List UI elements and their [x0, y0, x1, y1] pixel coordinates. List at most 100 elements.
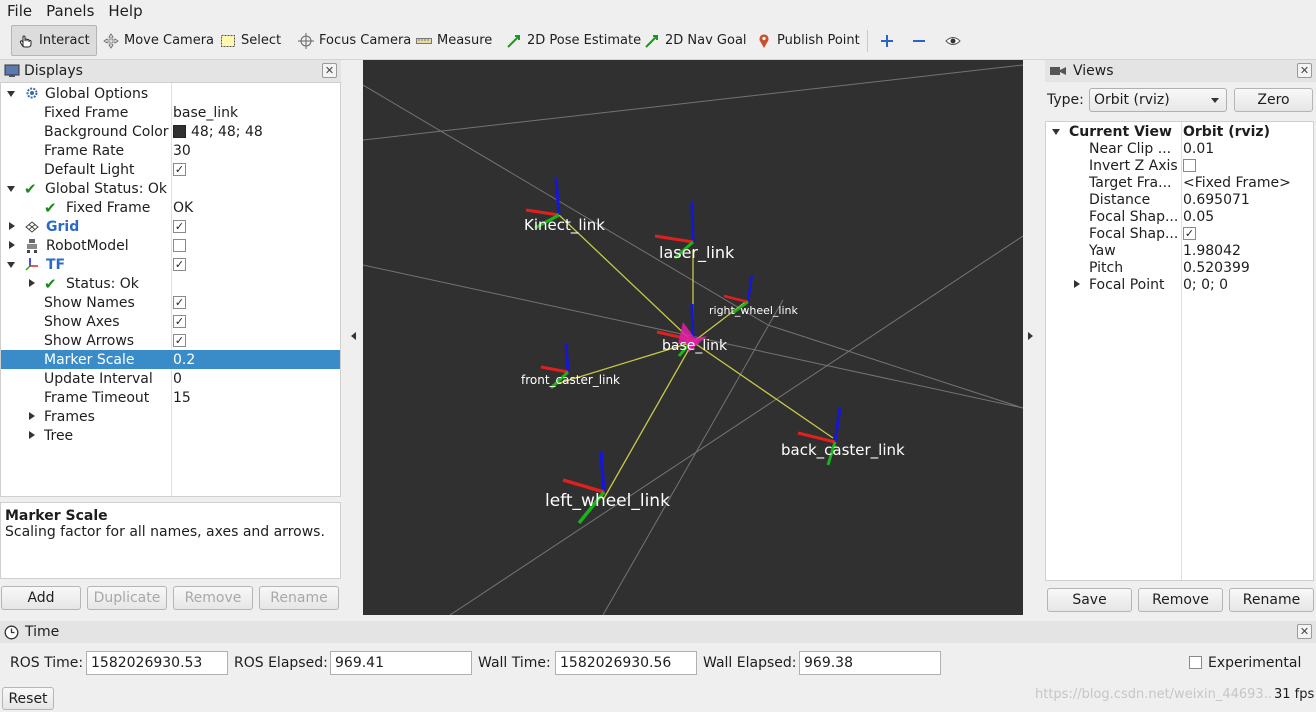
expand-arrow-icon[interactable] [29, 279, 35, 287]
default-light-checkbox[interactable]: ✓ [173, 160, 186, 179]
remove-view-button[interactable]: Remove [1138, 588, 1223, 612]
tf-label-base: base_link [662, 338, 728, 354]
monitor-icon [4, 63, 20, 79]
menu-file[interactable]: File [0, 1, 39, 21]
grid-checkbox[interactable]: ✓ [173, 217, 186, 236]
panel-visibility-button[interactable] [940, 25, 970, 56]
tree-row-robot-model[interactable]: RobotModel [1, 236, 340, 255]
tree-row-show-arrows[interactable]: Show Arrows ✓ [1, 331, 340, 350]
tree-row-global-options[interactable]: Global Options [1, 84, 340, 103]
target-frame-value[interactable]: <Fixed Frame> [1183, 175, 1291, 191]
invert-z-checkbox[interactable] [1183, 159, 1196, 172]
close-icon[interactable]: ✕ [1297, 63, 1312, 78]
rename-display-button[interactable]: Rename [259, 586, 339, 610]
frame-rate-value[interactable]: 30 [173, 141, 191, 160]
save-view-button[interactable]: Save [1047, 588, 1132, 612]
tree-row-global-status[interactable]: ✔ Global Status: Ok [1, 179, 340, 198]
tree-row-frame-rate[interactable]: Frame Rate 30 [1, 141, 340, 160]
robot-model-checkbox[interactable] [173, 236, 186, 255]
marker-scale-value[interactable]: 0.2 [173, 350, 195, 369]
experimental-checkbox[interactable] [1189, 656, 1202, 669]
remove-tool-button[interactable] [906, 25, 936, 56]
ros-elapsed-field[interactable]: 969.41 [330, 651, 472, 675]
show-arrows-checkbox[interactable]: ✓ [173, 331, 186, 350]
focal-shape-checkbox[interactable]: ✓ [1183, 227, 1196, 240]
tree-row-update-interval[interactable]: Update Interval 0 [1, 369, 340, 388]
remove-display-button[interactable]: Remove [173, 586, 253, 610]
tree-label: Target Fra... [1089, 174, 1172, 191]
menu-help[interactable]: Help [101, 1, 149, 21]
checkbox[interactable]: ✓ [173, 296, 186, 309]
fixed-frame-value[interactable]: base_link [173, 103, 238, 122]
add-display-button[interactable]: Add [1, 586, 81, 610]
tree-row-frame-timeout[interactable]: Frame Timeout 15 [1, 388, 340, 407]
render-viewport[interactable]: Kinect_link laser_link right_wheel_link … [363, 60, 1023, 615]
yaw-value[interactable]: 1.98042 [1183, 243, 1241, 259]
tree-row-default-light[interactable]: Default Light ✓ [1, 160, 340, 179]
collapse-right-arrow-icon[interactable] [1028, 332, 1033, 340]
update-interval-value[interactable]: 0 [173, 369, 182, 388]
tree-row-tree[interactable]: Tree [1, 426, 340, 445]
expand-arrow-icon[interactable] [9, 222, 15, 230]
expand-arrow-icon[interactable] [1074, 280, 1080, 288]
tree-row-show-axes[interactable]: Show Axes ✓ [1, 312, 340, 331]
tree-row-fixed-frame[interactable]: Fixed Frame base_link [1, 103, 340, 122]
tf-checkbox[interactable]: ✓ [173, 255, 186, 274]
tree-row-frames[interactable]: Frames [1, 407, 340, 426]
pitch-value[interactable]: 0.520399 [1183, 260, 1250, 276]
show-names-checkbox[interactable]: ✓ [173, 293, 186, 312]
tree-row-background-color[interactable]: Background Color 48; 48; 48 [1, 122, 340, 141]
tree-row-tf[interactable]: TF ✓ [1, 255, 340, 274]
focal-shape-size-value[interactable]: 0.05 [1183, 209, 1214, 225]
close-icon[interactable]: ✕ [1297, 624, 1312, 639]
tree-row-show-names[interactable]: Show Names ✓ [1, 293, 340, 312]
tree-label: Marker Scale [44, 351, 135, 368]
wall-elapsed-field[interactable]: 969.38 [799, 651, 941, 675]
tree-row-marker-scale[interactable]: Marker Scale 0.2 [1, 350, 340, 369]
duplicate-display-button[interactable]: Duplicate [87, 586, 167, 610]
checkbox[interactable]: ✓ [173, 315, 186, 328]
collapse-left-arrow-icon[interactable] [351, 332, 356, 340]
show-axes-checkbox[interactable]: ✓ [173, 312, 186, 331]
move-camera-tool-button[interactable]: Move Camera [97, 25, 220, 56]
tree-row-fixed-frame-status[interactable]: ✔ Fixed Frame OK [1, 198, 340, 217]
focal-point-value[interactable]: 0; 0; 0 [1183, 277, 1228, 293]
checkbox[interactable]: ✓ [173, 334, 186, 347]
publish-point-tool-button[interactable]: Publish Point [750, 25, 866, 56]
expand-arrow-icon[interactable] [7, 91, 15, 97]
pose-estimate-tool-button[interactable]: 2D Pose Estimate [500, 25, 647, 56]
focus-camera-tool-button[interactable]: Focus Camera [292, 25, 417, 56]
expand-arrow-icon[interactable] [29, 412, 35, 420]
green-arrow-icon [506, 33, 522, 49]
close-icon[interactable]: ✕ [322, 63, 337, 78]
menu-panels[interactable]: Panels [39, 1, 101, 21]
reset-button[interactable]: Reset [2, 687, 54, 710]
ros-time-field[interactable]: 1582026930.53 [86, 651, 228, 675]
tf-label-front-caster: front_caster_link [521, 373, 620, 387]
wall-time-field[interactable]: 1582026930.56 [555, 651, 697, 675]
tree-row-focal-point[interactable]: Focal Point 0; 0; 0 [1046, 275, 1313, 294]
near-clip-value[interactable]: 0.01 [1183, 141, 1214, 157]
zero-button[interactable]: Zero [1234, 88, 1313, 112]
view-type-dropdown[interactable]: Orbit (rviz) [1089, 88, 1227, 112]
expand-arrow-icon[interactable] [1052, 129, 1060, 135]
tree-row-grid[interactable]: Grid ✓ [1, 217, 340, 236]
expand-arrow-icon[interactable] [9, 241, 15, 249]
interact-tool-button[interactable]: Interact [11, 25, 97, 56]
nav-goal-tool-button[interactable]: 2D Nav Goal [638, 25, 753, 56]
checkbox[interactable]: ✓ [173, 258, 186, 271]
distance-value[interactable]: 0.695071 [1183, 192, 1250, 208]
checkbox[interactable]: ✓ [173, 220, 186, 233]
select-tool-button[interactable]: Select [214, 25, 287, 56]
rename-view-button[interactable]: Rename [1229, 588, 1314, 612]
tree-row-tf-status[interactable]: ✔ Status: Ok [1, 274, 340, 293]
add-tool-button[interactable] [874, 25, 900, 56]
expand-arrow-icon[interactable] [7, 186, 15, 192]
measure-tool-button[interactable]: Measure [410, 25, 498, 56]
expand-arrow-icon[interactable] [29, 431, 35, 439]
frame-timeout-value[interactable]: 15 [173, 388, 191, 407]
checkbox[interactable] [173, 239, 186, 252]
expand-arrow-icon[interactable] [7, 262, 15, 268]
checkbox[interactable]: ✓ [173, 163, 186, 176]
background-color-value[interactable]: 48; 48; 48 [173, 122, 263, 141]
